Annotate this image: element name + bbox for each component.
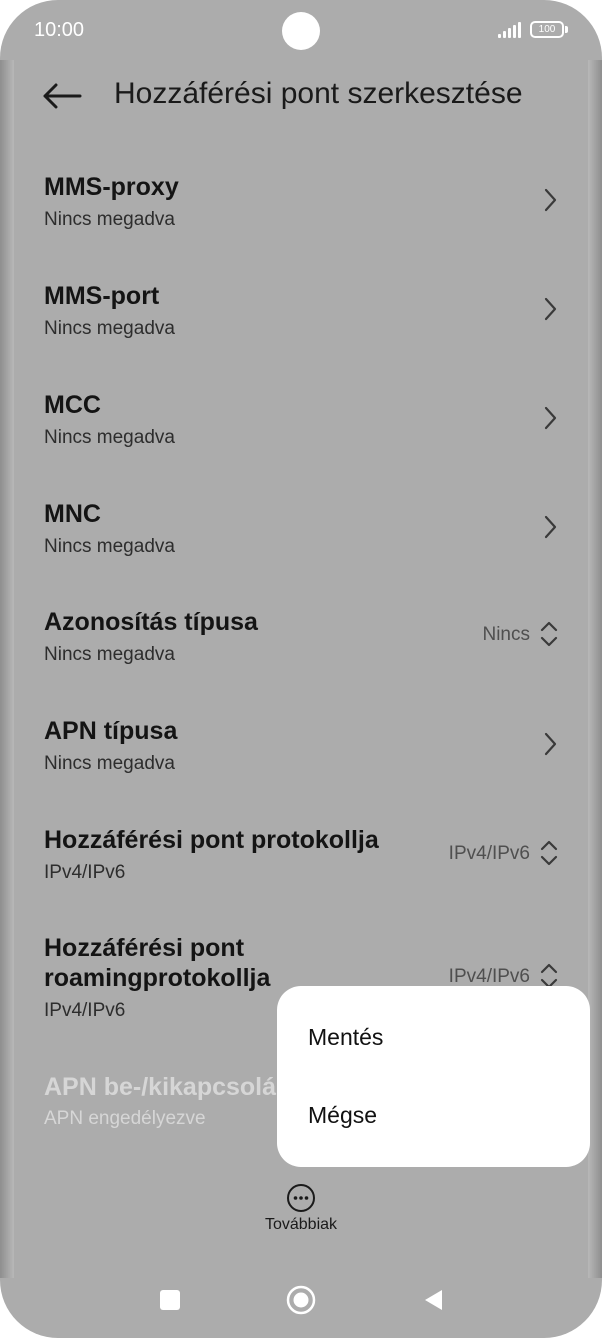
- status-bar: 10:00 100: [0, 0, 602, 62]
- row-subtitle: IPv4/IPv6: [44, 862, 126, 883]
- row-title: APN típusa: [44, 717, 178, 745]
- row-title: APN be-/kikapcsolá: [44, 1073, 277, 1101]
- row-title-line2: roamingprotokollja: [44, 964, 271, 992]
- battery-icon: 100: [530, 21, 564, 38]
- row-subtitle: Nincs megadva: [44, 536, 175, 557]
- setting-row-mcc[interactable]: MCC Nincs megadva: [0, 378, 602, 478]
- battery-level: 100: [538, 24, 556, 35]
- more-button[interactable]: Továbbiak: [250, 1180, 352, 1238]
- row-title: Azonosítás típusa: [44, 608, 258, 636]
- back-button[interactable]: [36, 72, 88, 120]
- chevron-right-icon: [544, 732, 557, 756]
- row-title: Hozzáférési pont protokollja: [44, 826, 379, 854]
- back-arrow-icon: [43, 83, 82, 109]
- home-circle-icon[interactable]: [286, 1285, 316, 1315]
- setting-row-mnc[interactable]: MNC Nincs megadva: [0, 487, 602, 587]
- menu-item-cancel[interactable]: Mégse: [277, 1080, 590, 1152]
- menu-item-label: Mégse: [308, 1102, 378, 1128]
- row-title: MNC: [44, 500, 101, 528]
- header: Hozzáférési pont szerkesztése: [0, 64, 602, 130]
- row-subtitle: Nincs megadva: [44, 209, 175, 230]
- chevron-right-icon: [544, 515, 557, 539]
- chevron-right-icon: [544, 188, 557, 212]
- signal-strength-icon: [498, 22, 522, 38]
- more-label: Továbbiak: [264, 1216, 338, 1233]
- row-value: Nincs: [482, 624, 530, 645]
- setting-row-apn-protocol[interactable]: Hozzáférési pont protokollja IPv4/IPv6 I…: [0, 813, 602, 913]
- row-subtitle: Nincs megadva: [44, 644, 175, 665]
- chevron-right-icon: [544, 297, 557, 321]
- row-title: MCC: [44, 391, 101, 419]
- row-subtitle: IPv4/IPv6: [44, 1000, 126, 1021]
- more-horizontal-icon: [287, 1184, 315, 1212]
- back-triangle-icon[interactable]: [422, 1288, 444, 1312]
- row-subtitle: APN engedélyezve: [44, 1108, 206, 1129]
- expand-updown-icon: [540, 840, 558, 866]
- row-title: MMS-port: [44, 282, 160, 310]
- front-camera-cutout: [282, 12, 320, 50]
- setting-row-apn-type[interactable]: APN típusa Nincs megadva: [0, 704, 602, 804]
- status-time: 10:00: [34, 19, 85, 41]
- phone-screen: 10:00 100 Hozzáférési pont szerkesztése …: [0, 0, 602, 1338]
- setting-row-mms-port[interactable]: MMS-port Nincs megadva: [0, 269, 602, 369]
- recents-square-icon[interactable]: [160, 1290, 180, 1310]
- expand-updown-icon: [540, 621, 558, 647]
- setting-row-auth-type[interactable]: Azonosítás típusa Nincs megadva Nincs: [0, 595, 602, 695]
- row-title: MMS-proxy: [44, 173, 179, 201]
- popup-menu: Mentés Mégse: [277, 986, 590, 1167]
- row-title-line1: Hozzáférési pont: [44, 934, 245, 962]
- row-subtitle: Nincs megadva: [44, 318, 175, 339]
- row-subtitle: Nincs megadva: [44, 753, 175, 774]
- battery-tip: [565, 26, 568, 33]
- chevron-right-icon: [544, 406, 557, 430]
- row-subtitle: Nincs megadva: [44, 427, 175, 448]
- menu-item-label: Mentés: [308, 1024, 384, 1050]
- page-title: Hozzáférési pont szerkesztése: [114, 77, 523, 110]
- setting-row-mms-proxy[interactable]: MMS-proxy Nincs megadva: [0, 160, 602, 260]
- navigation-bar: [0, 1268, 602, 1332]
- menu-item-save[interactable]: Mentés: [277, 1002, 590, 1074]
- row-value: IPv4/IPv6: [448, 843, 530, 864]
- row-value: IPv4/IPv6: [448, 966, 530, 987]
